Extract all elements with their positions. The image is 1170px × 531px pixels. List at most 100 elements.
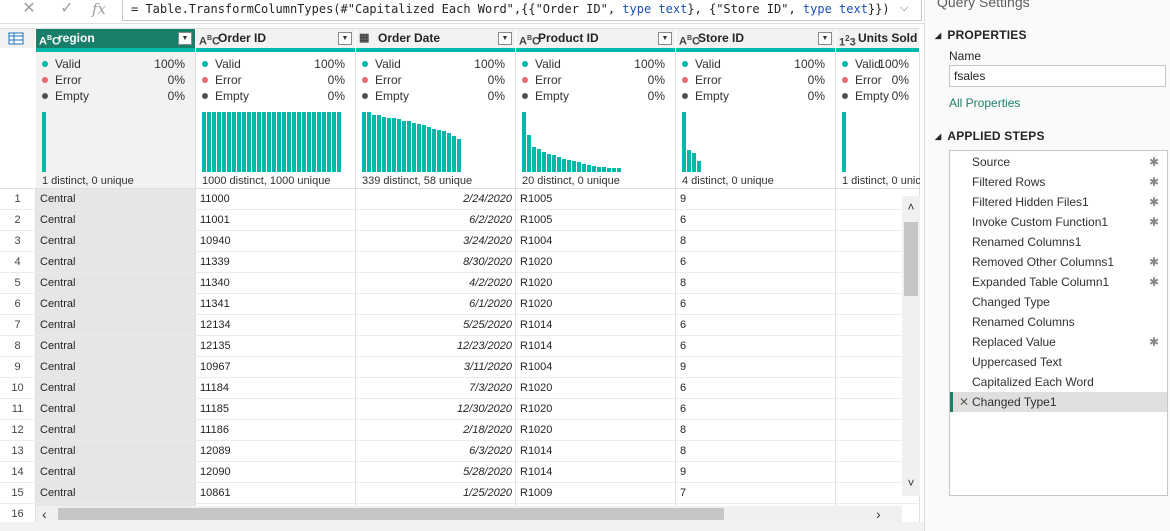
cell-order-date[interactable]: 2/24/2020: [356, 189, 516, 209]
horizontal-scroll-thumb[interactable]: [58, 508, 724, 520]
all-properties-link[interactable]: All Properties: [949, 96, 1020, 110]
filter-dropdown-icon[interactable]: ▼: [338, 32, 352, 45]
table-row[interactable]: 6 Central 11341 6/1/2020 R1020 6: [0, 294, 920, 315]
cell-product-id[interactable]: R1020: [516, 294, 676, 314]
scroll-right-icon[interactable]: ›: [876, 506, 881, 522]
applied-step[interactable]: Expanded Table Column1 ✱: [950, 272, 1167, 292]
cell-order-date[interactable]: 5/28/2020: [356, 462, 516, 482]
properties-section-header[interactable]: ◢ PROPERTIES: [935, 28, 1027, 42]
applied-step[interactable]: Replaced Value ✱: [950, 332, 1167, 352]
table-row[interactable]: 15 Central 10861 1/25/2020 R1009 7: [0, 483, 920, 504]
table-row[interactable]: 5 Central 11340 4/2/2020 R1020 8: [0, 273, 920, 294]
scroll-up-icon[interactable]: ˄: [902, 200, 920, 214]
cell-store-id[interactable]: 9: [676, 462, 836, 482]
cell-region[interactable]: Central: [36, 252, 196, 272]
gear-icon[interactable]: ✱: [1149, 152, 1159, 172]
horizontal-scrollbar[interactable]: ‹ ›: [36, 506, 902, 522]
cell-store-id[interactable]: 6: [676, 210, 836, 230]
row-number[interactable]: 10: [0, 378, 36, 398]
cell-order-id[interactable]: 12134: [196, 315, 356, 335]
cell-order-date[interactable]: 4/2/2020: [356, 273, 516, 293]
cell-order-id[interactable]: 11000: [196, 189, 356, 209]
applied-step[interactable]: Filtered Rows ✱: [950, 172, 1167, 192]
cell-store-id[interactable]: 8: [676, 231, 836, 251]
cell-product-id[interactable]: R1014: [516, 462, 676, 482]
cell-region[interactable]: Central: [36, 399, 196, 419]
cell-order-id[interactable]: 11001: [196, 210, 356, 230]
cell-store-id[interactable]: 7: [676, 483, 836, 503]
cell-order-id[interactable]: 10861: [196, 483, 356, 503]
cell-region[interactable]: Central: [36, 294, 196, 314]
cell-store-id[interactable]: 6: [676, 378, 836, 398]
cell-region[interactable]: Central: [36, 441, 196, 461]
cell-product-id[interactable]: R1020: [516, 273, 676, 293]
cell-order-id[interactable]: 10940: [196, 231, 356, 251]
column-header[interactable]: ABC Product ID ▼: [516, 29, 676, 48]
cell-product-id[interactable]: R1005: [516, 210, 676, 230]
table-row[interactable]: 12 Central 11186 2/18/2020 R1020 8: [0, 420, 920, 441]
applied-step[interactable]: Changed Type: [950, 292, 1167, 312]
cell-store-id[interactable]: 6: [676, 252, 836, 272]
cell-region[interactable]: Central: [36, 189, 196, 209]
table-row[interactable]: 8 Central 12135 12/23/2020 R1014 6: [0, 336, 920, 357]
cell-region[interactable]: Central: [36, 315, 196, 335]
fx-icon[interactable]: fx: [88, 1, 110, 19]
cell-order-id[interactable]: 12089: [196, 441, 356, 461]
cell-order-id[interactable]: 11339: [196, 252, 356, 272]
column-header[interactable]: ABC region ▼: [36, 29, 196, 48]
confirm-check-icon[interactable]: ✓: [56, 1, 78, 19]
date-type-icon[interactable]: ▦: [359, 29, 369, 48]
cell-product-id[interactable]: R1009: [516, 483, 676, 503]
cell-order-date[interactable]: 12/30/2020: [356, 399, 516, 419]
cell-order-id[interactable]: 11341: [196, 294, 356, 314]
applied-step[interactable]: Removed Other Columns1 ✱: [950, 252, 1167, 272]
applied-step[interactable]: Renamed Columns: [950, 312, 1167, 332]
table-row[interactable]: 2 Central 11001 6/2/2020 R1005 6: [0, 210, 920, 231]
row-number[interactable]: 13: [0, 441, 36, 461]
row-number[interactable]: 8: [0, 336, 36, 356]
cell-order-id[interactable]: 11185: [196, 399, 356, 419]
cell-region[interactable]: Central: [36, 483, 196, 503]
cell-order-date[interactable]: 5/25/2020: [356, 315, 516, 335]
cell-order-date[interactable]: 6/2/2020: [356, 210, 516, 230]
row-number[interactable]: 4: [0, 252, 36, 272]
cell-order-date[interactable]: 6/1/2020: [356, 294, 516, 314]
cell-region[interactable]: Central: [36, 231, 196, 251]
column-header[interactable]: ABC Order ID ▼: [196, 29, 356, 48]
cell-product-id[interactable]: R1020: [516, 399, 676, 419]
delete-step-x-icon[interactable]: ✕: [959, 392, 969, 412]
filter-dropdown-icon[interactable]: ▼: [178, 32, 192, 45]
scroll-down-icon[interactable]: ˅: [902, 476, 920, 490]
cell-order-id[interactable]: 11340: [196, 273, 356, 293]
cell-store-id[interactable]: 8: [676, 420, 836, 440]
applied-step[interactable]: Filtered Hidden Files1 ✱: [950, 192, 1167, 212]
cell-region[interactable]: Central: [36, 357, 196, 377]
cell-store-id[interactable]: 8: [676, 273, 836, 293]
applied-step[interactable]: Uppercased Text: [950, 352, 1167, 372]
applied-step[interactable]: ✕ Changed Type1: [950, 392, 1167, 412]
formula-input[interactable]: = Table.TransformColumnTypes(#"Capitaliz…: [122, 0, 922, 21]
cell-order-id[interactable]: 12135: [196, 336, 356, 356]
filter-dropdown-icon[interactable]: ▼: [498, 32, 512, 45]
table-menu-button[interactable]: [0, 29, 36, 48]
cell-region[interactable]: Central: [36, 462, 196, 482]
scroll-left-icon[interactable]: ‹: [42, 506, 47, 522]
filter-dropdown-icon[interactable]: ▼: [818, 32, 832, 45]
cell-product-id[interactable]: R1004: [516, 231, 676, 251]
gear-icon[interactable]: ✱: [1149, 252, 1159, 272]
cell-product-id[interactable]: R1020: [516, 252, 676, 272]
filter-dropdown-icon[interactable]: ▼: [658, 32, 672, 45]
cell-order-date[interactable]: 3/24/2020: [356, 231, 516, 251]
cell-order-id[interactable]: 10967: [196, 357, 356, 377]
table-row[interactable]: 3 Central 10940 3/24/2020 R1004 8: [0, 231, 920, 252]
cell-order-id[interactable]: 12090: [196, 462, 356, 482]
row-number[interactable]: 3: [0, 231, 36, 251]
applied-step[interactable]: Invoke Custom Function1 ✱: [950, 212, 1167, 232]
column-header[interactable]: ABC Store ID ▼: [676, 29, 836, 48]
cell-product-id[interactable]: R1020: [516, 420, 676, 440]
cell-product-id[interactable]: R1005: [516, 189, 676, 209]
cell-order-date[interactable]: 2/18/2020: [356, 420, 516, 440]
cancel-x-icon[interactable]: ✕: [18, 1, 40, 19]
cell-product-id[interactable]: R1014: [516, 336, 676, 356]
cell-product-id[interactable]: R1014: [516, 315, 676, 335]
